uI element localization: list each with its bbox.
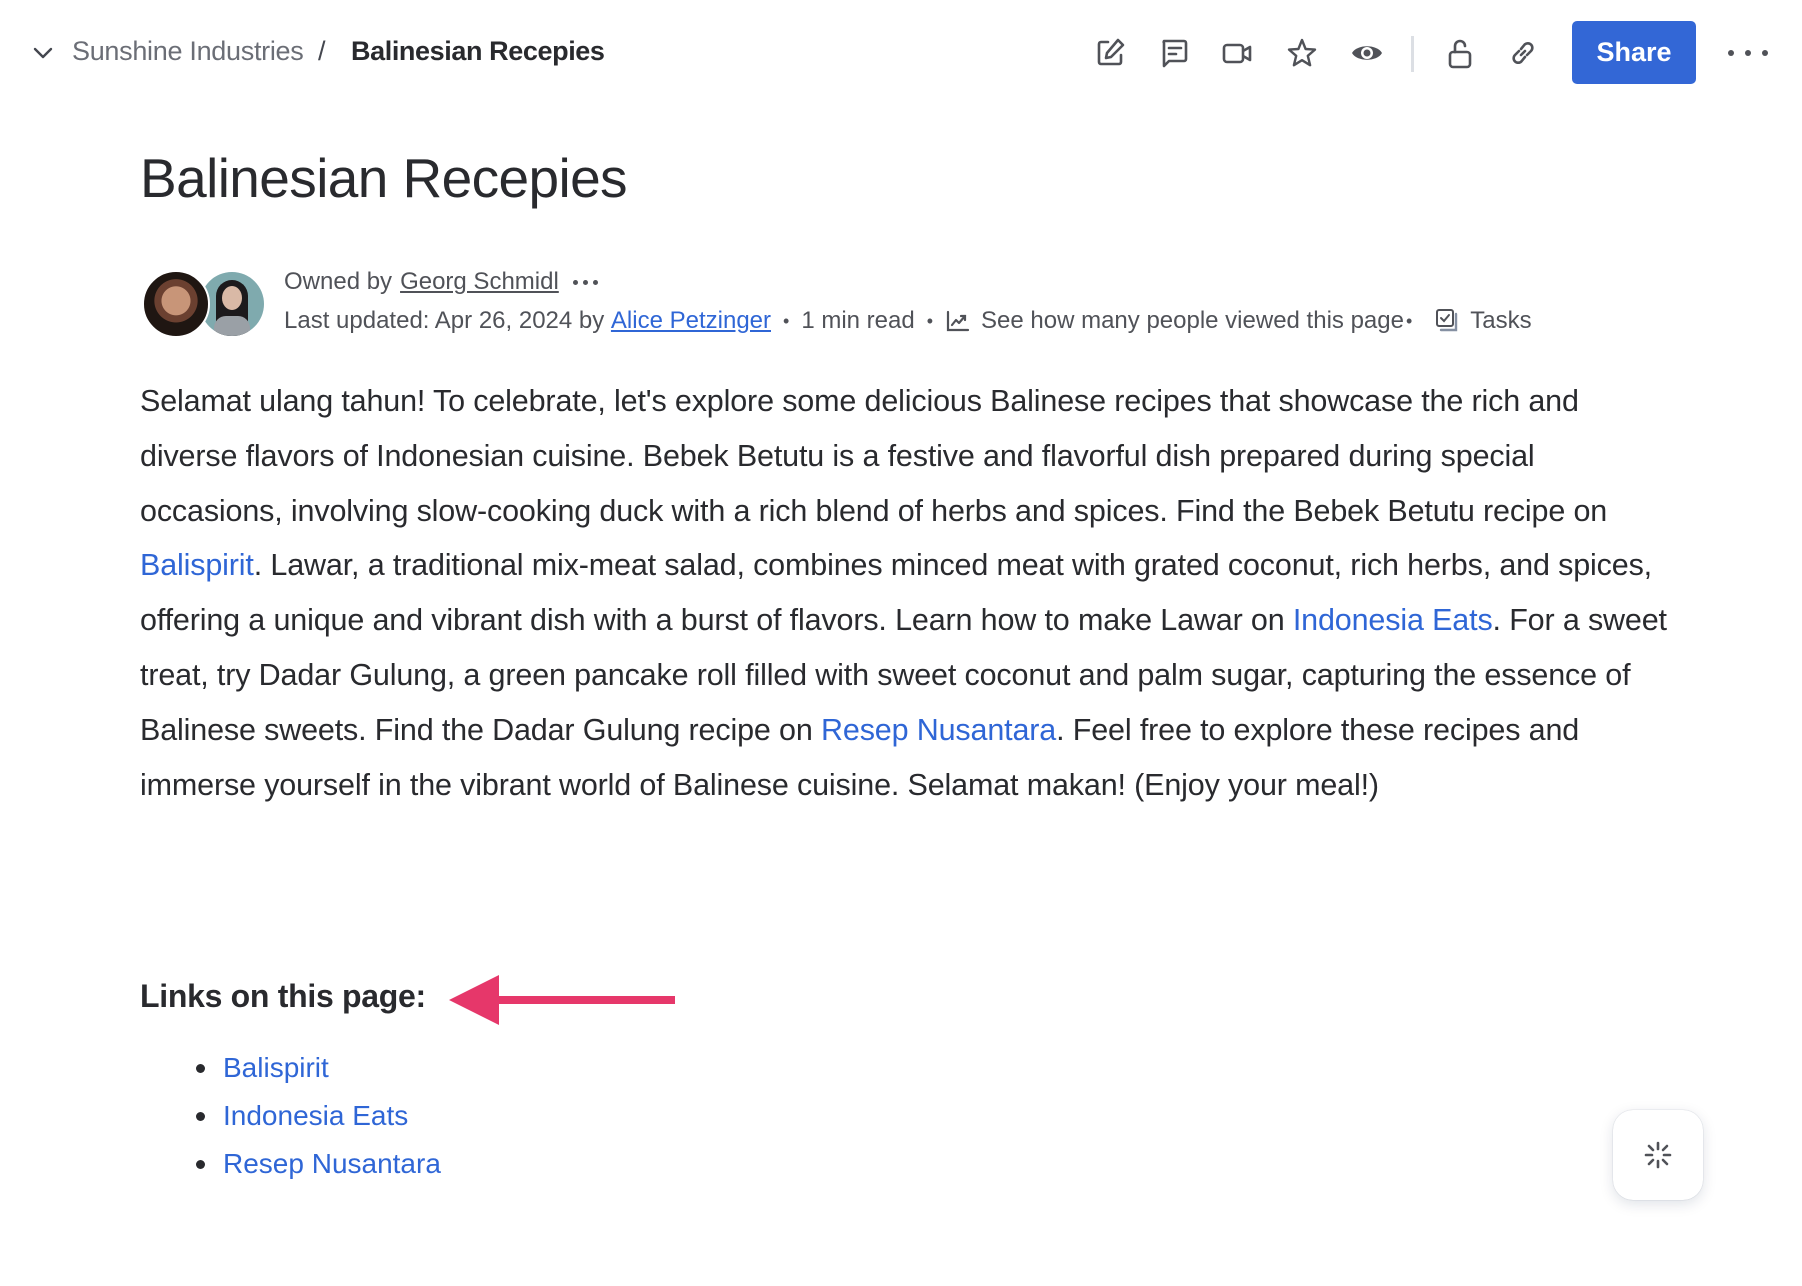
- edit-icon[interactable]: [1093, 36, 1127, 70]
- breadcrumb-parent[interactable]: Sunshine Industries: [72, 36, 304, 67]
- page-views-link[interactable]: See how many people viewed this page: [945, 307, 1404, 335]
- links-heading: Links on this page:: [140, 978, 426, 1014]
- video-icon[interactable]: [1220, 36, 1254, 70]
- page-views-label: See how many people viewed this page: [981, 307, 1404, 334]
- inline-link[interactable]: Resep Nusantara: [821, 713, 1056, 747]
- link-icon[interactable]: [1506, 36, 1540, 70]
- bullet-icon: [196, 1111, 205, 1121]
- list-link[interactable]: Resep Nusantara: [223, 1148, 441, 1180]
- page-metadata: Last updated: Apr 26, 2024 by Alice Petz…: [284, 307, 1532, 335]
- more-horizontal-icon[interactable]: [1728, 38, 1768, 68]
- breadcrumb-current[interactable]: Balinesian Recepies: [351, 36, 605, 67]
- page-body-paragraph: Selamat ulang tahun! To celebrate, let's…: [140, 374, 1670, 812]
- loading-sparkle-icon: [1644, 1141, 1672, 1169]
- bullet-icon: [196, 1159, 205, 1169]
- separator-dot: •: [926, 310, 934, 331]
- last-updated-label: Last updated: Apr 26, 2024 by: [284, 307, 605, 334]
- tasks-icon: [1436, 309, 1458, 332]
- owned-by-label: Owned by: [284, 268, 393, 295]
- unlock-icon[interactable]: [1443, 36, 1477, 70]
- links-list: Balispirit Indonesia Eats Resep Nusantara: [190, 1044, 441, 1188]
- annotation-arrow-icon: [449, 975, 675, 1025]
- paragraph-text: Selamat ulang tahun! To celebrate, let's…: [140, 384, 1608, 528]
- comment-icon[interactable]: [1157, 36, 1191, 70]
- owner-link[interactable]: Georg Schmidl: [400, 268, 559, 296]
- owner-line: Owned by Georg Schmidl: [284, 268, 598, 296]
- floating-assistant-button[interactable]: [1613, 1110, 1703, 1200]
- analytics-chart-icon: [946, 310, 970, 332]
- bullet-icon: [196, 1063, 205, 1073]
- separator-dot: •: [1405, 310, 1413, 331]
- share-button[interactable]: Share: [1572, 21, 1696, 84]
- owner-more-icon[interactable]: [572, 279, 598, 285]
- chevron-down-icon[interactable]: [32, 42, 54, 64]
- watch-icon[interactable]: [1350, 36, 1384, 70]
- star-icon[interactable]: [1285, 36, 1319, 70]
- list-link[interactable]: Indonesia Eats: [223, 1100, 408, 1132]
- separator-dot: •: [783, 310, 790, 331]
- inline-link[interactable]: Indonesia Eats: [1293, 603, 1493, 637]
- list-item: Balispirit: [190, 1044, 441, 1092]
- author-link[interactable]: Alice Petzinger: [611, 307, 771, 335]
- page-title: Balinesian Recepies: [140, 147, 628, 209]
- breadcrumb-separator: /: [318, 36, 326, 66]
- tasks-link[interactable]: Tasks: [1434, 307, 1532, 335]
- inline-link[interactable]: Balispirit: [140, 548, 254, 582]
- read-time: 1 min read: [801, 307, 915, 334]
- toolbar-divider: [1411, 36, 1414, 72]
- owner-avatar[interactable]: [142, 270, 210, 338]
- list-link[interactable]: Balispirit: [223, 1052, 329, 1084]
- tasks-label: Tasks: [1470, 307, 1532, 334]
- list-item: Resep Nusantara: [190, 1140, 441, 1188]
- list-item: Indonesia Eats: [190, 1092, 441, 1140]
